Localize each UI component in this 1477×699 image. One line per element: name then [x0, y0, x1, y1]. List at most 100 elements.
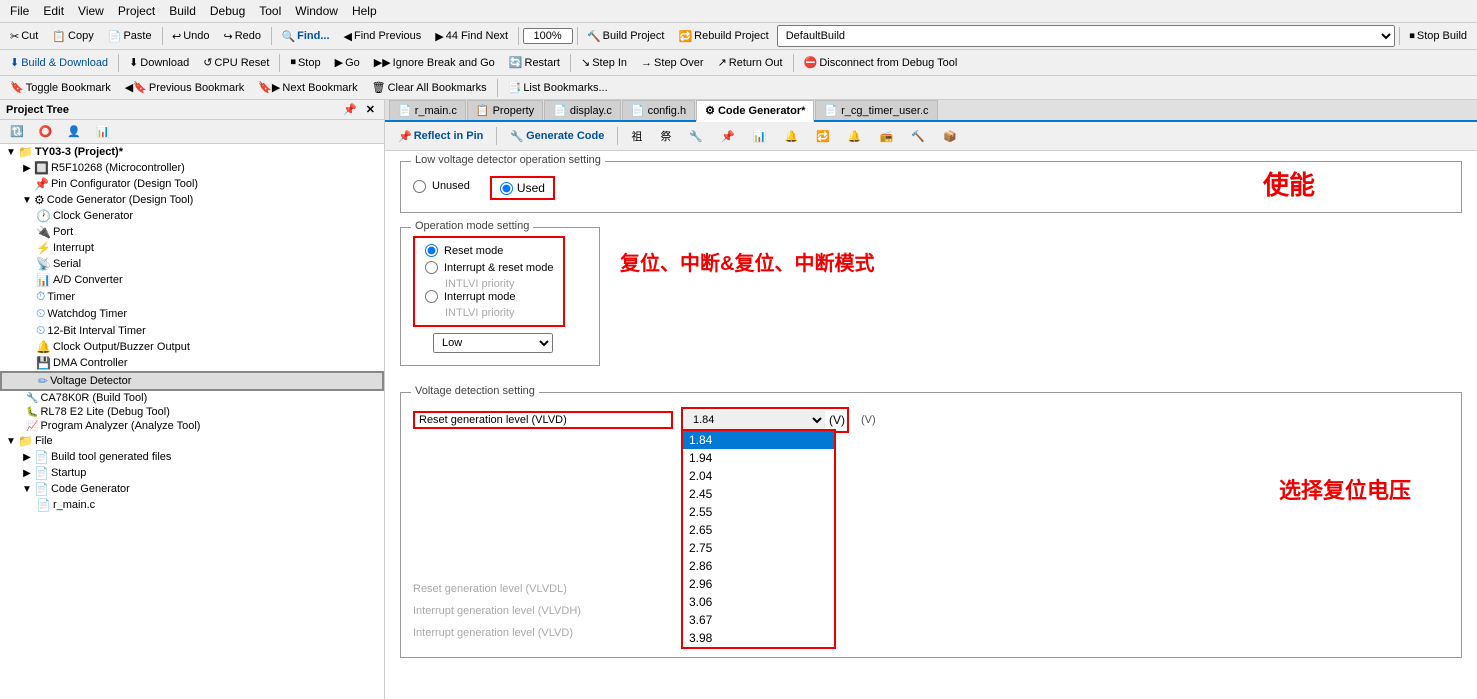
tab-display[interactable]: 📄 display.c: [544, 100, 621, 120]
expander-file[interactable]: ▼: [4, 436, 18, 447]
stop-button[interactable]: ⏹ Stop: [284, 53, 326, 72]
cg-tool-btn2[interactable]: 祭: [653, 125, 678, 147]
tree-node-program[interactable]: 📈 Program Analyzer (Analyze Tool): [0, 419, 384, 433]
voltage-item-1.84[interactable]: 1.84: [683, 431, 834, 449]
undo-button[interactable]: ↩ Undo: [166, 27, 216, 46]
voltage-item-2.65[interactable]: 2.65: [683, 521, 834, 539]
tree-toolbar-btn2[interactable]: ⭕: [33, 122, 59, 141]
tree-toolbar-btn4[interactable]: 📊: [90, 122, 116, 141]
list-bookmarks-button[interactable]: 📑 List Bookmarks...: [502, 78, 614, 97]
tab-r-main[interactable]: 📄 r_main.c: [389, 100, 466, 120]
tab-config[interactable]: 📄 config.h: [622, 100, 695, 120]
expander-root[interactable]: ▼: [4, 147, 18, 158]
step-over-button[interactable]: → Step Over: [635, 54, 710, 72]
voltage-item-2.45[interactable]: 2.45: [683, 485, 834, 503]
tree-node-clock[interactable]: 🕐 Clock Generator: [0, 208, 384, 224]
zoom-input[interactable]: [523, 28, 573, 44]
cg-tool-btn3[interactable]: 🔧: [682, 127, 710, 146]
menu-tool[interactable]: Tool: [253, 2, 287, 20]
tree-toolbar-btn1[interactable]: 🔃: [4, 122, 30, 141]
find-prev-button[interactable]: ◀ Find Previous: [338, 27, 428, 46]
voltage-item-1.94[interactable]: 1.94: [683, 449, 834, 467]
go-button[interactable]: ▶ Go: [329, 53, 366, 72]
expander-codegen[interactable]: ▼: [20, 195, 34, 206]
voltage-item-2.75[interactable]: 2.75: [683, 539, 834, 557]
tree-node-watchdog[interactable]: ⏲ Watchdog Timer: [0, 305, 384, 322]
tree-node-serial[interactable]: 📡 Serial: [0, 256, 384, 272]
tab-codegen[interactable]: ⚙ Code Generator*: [696, 100, 814, 122]
clear-bookmarks-button[interactable]: 🗑 Clear All Bookmarks: [366, 78, 493, 97]
tree-node-build-files[interactable]: ▶ 📄 Build tool generated files: [0, 449, 384, 465]
menu-build[interactable]: Build: [163, 2, 202, 20]
menu-window[interactable]: Window: [289, 2, 344, 20]
reflect-in-pin-button[interactable]: 📌 Reflect in Pin: [391, 127, 490, 146]
stop-build-button[interactable]: ⏹ Stop Build: [1403, 27, 1473, 46]
tree-node-timer[interactable]: ⏱ Timer: [0, 288, 384, 305]
menu-project[interactable]: Project: [112, 2, 161, 20]
menu-help[interactable]: Help: [346, 2, 383, 20]
voltage-item-2.04[interactable]: 2.04: [683, 467, 834, 485]
cpu-reset-button[interactable]: ↺ CPU Reset: [197, 53, 275, 72]
menu-view[interactable]: View: [72, 2, 110, 20]
voltage-select-top[interactable]: 1.84: [685, 411, 825, 429]
tree-toolbar-btn3[interactable]: 👤: [61, 122, 87, 141]
tree-node-port[interactable]: 🔌 Port: [0, 224, 384, 240]
tree-pin-button[interactable]: 📌: [340, 103, 360, 116]
expander-cg2[interactable]: ▼: [20, 484, 34, 495]
expander-mcu[interactable]: ▶: [20, 163, 34, 174]
voltage-listbox[interactable]: 1.84 1.94 2.04 2.45 2.55 2.65 2.75 2.86 …: [681, 429, 836, 649]
build-project-button[interactable]: 🔨 Build Project: [581, 27, 670, 46]
prev-bookmark-button[interactable]: ◀🔖 Previous Bookmark: [119, 78, 251, 97]
next-bookmark-button[interactable]: 🔖▶ Next Bookmark: [252, 78, 363, 97]
interrupt-reset-radio[interactable]: [425, 261, 438, 274]
expander-bf[interactable]: ▶: [20, 452, 34, 463]
disconnect-button[interactable]: ⛔ Disconnect from Debug Tool: [798, 53, 964, 72]
tree-node-adc[interactable]: 📊 A/D Converter: [0, 272, 384, 288]
build-config-select[interactable]: DefaultBuild: [777, 25, 1395, 47]
expander-startup[interactable]: ▶: [20, 468, 34, 479]
return-out-button[interactable]: ↗ Return Out: [712, 53, 789, 72]
tree-node-pin[interactable]: 📌 Pin Configurator (Design Tool): [0, 176, 384, 192]
find-next-button[interactable]: ▶ 44 Find Next: [429, 27, 514, 46]
low-priority-select[interactable]: Low: [433, 333, 553, 353]
tree-node-codegen[interactable]: ▼ ⚙ Code Generator (Design Tool): [0, 192, 384, 208]
voltage-item-3.98[interactable]: 3.98: [683, 629, 834, 647]
redo-button[interactable]: ↪ Redo: [218, 27, 268, 46]
tree-node-file[interactable]: ▼ 📁 File: [0, 433, 384, 449]
cg-tool-btn9[interactable]: 📻: [873, 127, 901, 146]
tree-node-r-main[interactable]: 📄 r_main.c: [0, 497, 384, 513]
rebuild-project-button[interactable]: 🔁 Rebuild Project: [672, 27, 774, 46]
tree-node-dma[interactable]: 💾 DMA Controller: [0, 355, 384, 371]
copy-button[interactable]: 📋 Copy: [46, 27, 99, 46]
ignore-break-button[interactable]: ▶▶ Ignore Break and Go: [368, 53, 501, 72]
paste-button[interactable]: 📄 Paste: [102, 27, 158, 46]
cg-tool-btn6[interactable]: 🔔: [777, 127, 805, 146]
voltage-item-2.55[interactable]: 2.55: [683, 503, 834, 521]
tree-node-mcu[interactable]: ▶ 🔲 R5F10268 (Microcontroller): [0, 160, 384, 176]
cg-tool-btn1[interactable]: 祖: [624, 125, 649, 147]
tree-node-startup[interactable]: ▶ 📄 Startup: [0, 465, 384, 481]
tree-node-clock-out[interactable]: 🔔 Clock Output/Buzzer Output: [0, 339, 384, 355]
reset-mode-radio[interactable]: [425, 244, 438, 257]
cg-tool-btn10[interactable]: 🔨: [904, 127, 932, 146]
tab-property[interactable]: 📋 Property: [467, 100, 543, 120]
tree-node-root[interactable]: ▼ 📁 TY03-3 (Project)*: [0, 144, 384, 160]
cg-tool-btn5[interactable]: 📊: [746, 127, 774, 146]
tree-node-ca78k0r[interactable]: 🔧 CA78K0R (Build Tool): [0, 391, 384, 405]
tree-node-interrupt[interactable]: ⚡ Interrupt: [0, 240, 384, 256]
tree-body[interactable]: ▼ 📁 TY03-3 (Project)* ▶ 🔲 R5F10268 (Micr…: [0, 144, 384, 699]
cg-tool-btn7[interactable]: 🔁: [809, 127, 837, 146]
restart-button[interactable]: 🔄 Restart: [503, 53, 566, 72]
menu-edit[interactable]: Edit: [37, 2, 70, 20]
interrupt-mode-radio[interactable]: [425, 290, 438, 303]
toggle-bookmark-button[interactable]: 🔖 Toggle Bookmark: [4, 78, 117, 97]
tab-cg-timer[interactable]: 📄 r_cg_timer_user.c: [815, 100, 937, 120]
generate-code-button[interactable]: 🔧 Generate Code: [503, 127, 611, 146]
cg-tool-btn11[interactable]: 📦: [936, 127, 964, 146]
cg-tool-btn4[interactable]: 📌: [714, 127, 742, 146]
used-radio[interactable]: [500, 182, 513, 195]
find-button[interactable]: 🔍 Find...: [275, 27, 335, 46]
unused-radio[interactable]: [413, 180, 426, 193]
voltage-item-2.86[interactable]: 2.86: [683, 557, 834, 575]
menu-file[interactable]: File: [4, 2, 35, 20]
